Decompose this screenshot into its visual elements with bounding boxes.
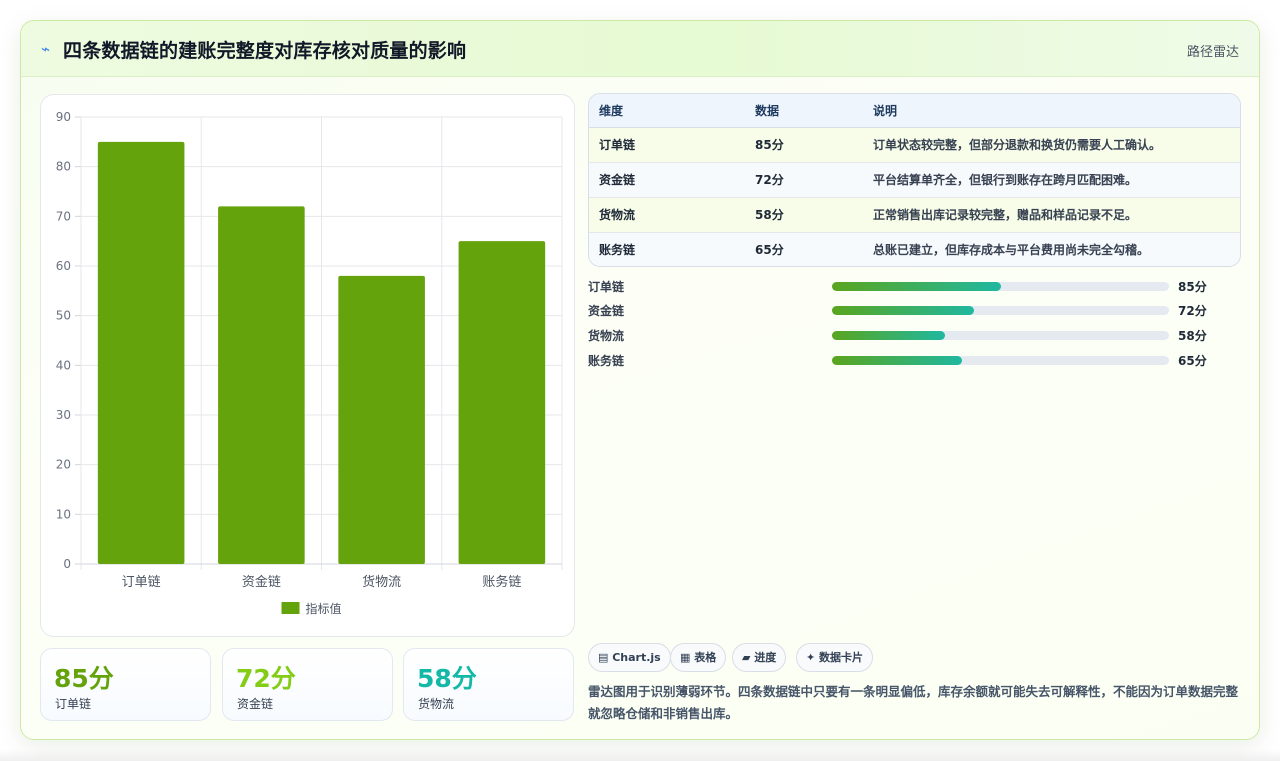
stat-card-order: 85分 订单链	[40, 648, 211, 721]
stat-card-goods: 58分 货物流	[403, 648, 574, 721]
main-card: ⌁ 四条数据链的建账完整度对库存核对质量的影响 路径雷达 0 10 20 30 40 50…	[20, 20, 1260, 740]
y-tick-label: 80	[56, 160, 71, 174]
y-tick-label: 20	[56, 458, 71, 472]
progress-fill	[832, 282, 1001, 291]
bar-chart: 0 10 20 30 40 50 60 70 80 90 订单链 资金链 货物流 账务链指标值	[56, 110, 563, 616]
progress-row-order: 订单链 85分	[588, 276, 1228, 296]
legend-label: 指标值	[306, 601, 342, 616]
x-tick-label: 账务链	[482, 574, 521, 590]
table-row: 订单链 85分 订单状态较完整，但部分退款和换货仍需要人工确认。	[589, 127, 1240, 162]
table-row: 账务链 65分 总账已建立，但库存成本与平台费用尚未完全勾稽。	[589, 232, 1240, 266]
bar-资金链	[218, 206, 305, 564]
stat-label: 订单链	[55, 697, 92, 711]
chip-progress[interactable]: ▰ 进度	[732, 643, 787, 672]
bottom-shade	[0, 749, 1280, 761]
stat-label: 货物流	[418, 697, 455, 711]
table-cell: 85分	[755, 138, 784, 152]
table-cell: 平台结算单齐全，但银行到账存在跨月匹配困难。	[873, 173, 1138, 187]
table-header-cell: 说明	[863, 94, 1240, 128]
progress-row-fund: 资金链 72分	[588, 300, 1228, 320]
chip-data-cards[interactable]: ✦ 数据卡片	[796, 643, 874, 672]
progress-label: 订单链	[588, 280, 625, 294]
x-tick-label: 资金链	[242, 574, 281, 590]
bar-chart-panel: 0 10 20 30 40 50 60 70 80 90 订单链 资金链 货物流 账务链指标值	[40, 94, 575, 637]
table-header-cell: 数据	[745, 94, 863, 128]
progress-track	[832, 282, 1169, 291]
card-header: ⌁ 四条数据链的建账完整度对库存核对质量的影响 路径雷达	[21, 21, 1259, 77]
progress-row-ledger: 账务链 65分	[588, 350, 1228, 370]
table-row: 货物流 58分 正常销售出库记录较完整，赠品和样品记录不足。	[589, 197, 1240, 232]
progress-value: 72分	[1178, 304, 1207, 318]
table-cell: 资金链	[599, 173, 636, 187]
table-row: 资金链 72分 平台结算单齐全，但银行到账存在跨月匹配困难。	[589, 162, 1240, 197]
progress-track	[832, 356, 1169, 365]
y-tick-label: 60	[56, 259, 71, 273]
legend-swatch	[281, 602, 300, 614]
x-tick-label: 货物流	[362, 574, 401, 590]
stat-value: 85分	[54, 664, 114, 693]
progress-track	[832, 331, 1169, 340]
progress-label: 账务链	[588, 354, 625, 368]
table-cell: 订单链	[599, 138, 636, 152]
x-tick-label: 订单链	[122, 575, 161, 590]
y-tick-label: 70	[56, 209, 71, 223]
chip-table[interactable]: ▦ 表格	[670, 643, 727, 672]
table-cell: 65分	[755, 243, 784, 258]
progress-value: 85分	[1178, 280, 1207, 294]
stat-value: 72分	[236, 664, 296, 693]
stat-card-fund: 72分 资金链	[222, 648, 393, 721]
header-right-label[interactable]: 路径雷达	[1187, 41, 1239, 60]
y-tick-label: 40	[56, 358, 71, 372]
bar-订单链	[97, 141, 185, 565]
progress-fill	[832, 331, 945, 340]
table-cell: 总账已建立，但库存成本与平台费用尚未完全勾稽。	[873, 243, 1150, 258]
table-cell: 货物流	[599, 208, 636, 222]
table-cell: 正常销售出库记录较完整，赠品和样品记录不足。	[873, 208, 1138, 222]
page-title: 四条数据链的建账完整度对库存核对质量的影响	[63, 40, 467, 62]
note-text: 雷达图用于识别薄弱环节。四条数据链中只要有一条明显偏低，库存余额就可能失去可解释…	[588, 684, 1239, 721]
table-cell: 72分	[755, 173, 784, 187]
progress-track	[832, 306, 1169, 315]
y-tick-label: 30	[56, 408, 71, 422]
table-cell: 账务链	[599, 243, 636, 258]
table-header-cell: 维度	[589, 94, 745, 128]
table-cell: 订单状态较完整，但部分退款和换货仍需要人工确认。	[873, 138, 1162, 152]
bar-账务链	[458, 241, 546, 564]
y-tick-label: 90	[56, 110, 71, 124]
progress-row-goods: 货物流 58分	[588, 325, 1228, 345]
progress-label: 货物流	[588, 329, 625, 343]
stat-label: 资金链	[237, 697, 274, 711]
progress-value: 58分	[1178, 329, 1207, 343]
bar-货物流	[338, 275, 425, 564]
progress-fill	[832, 306, 974, 315]
y-tick-label: 0	[63, 557, 71, 571]
y-tick-label: 10	[56, 507, 71, 521]
table-cell: 58分	[755, 208, 784, 222]
y-tick-label: 50	[56, 309, 71, 323]
chip-chartjs[interactable]: ▤ Chart.js	[588, 643, 671, 672]
stat-value: 58分	[417, 664, 477, 693]
title-icon: ⌁	[41, 40, 51, 58]
progress-fill	[832, 356, 962, 365]
progress-label: 资金链	[588, 304, 625, 318]
progress-value: 65分	[1178, 354, 1207, 368]
table-header-row: 维度 数据 说明	[589, 94, 1240, 128]
data-table: 维度 数据 说明 订单链 85分 订单状态较完整，但部分退款和换货仍需要人工确认…	[588, 93, 1241, 267]
